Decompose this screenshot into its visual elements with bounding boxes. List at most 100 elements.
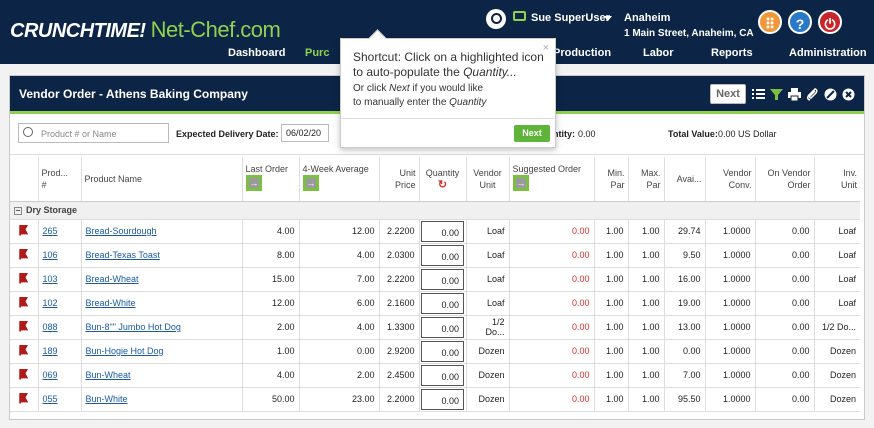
nav-reports[interactable]: Reports — [711, 47, 753, 59]
col-vendor-conv[interactable]: Vendor Conv. — [705, 157, 756, 202]
col-last-order[interactable]: Last Order — [242, 157, 300, 202]
tooltip-line-1: Shortcut: Click on a highlighted icon — [353, 50, 544, 64]
quantity-input[interactable]: 0.00 — [421, 340, 464, 362]
tooltip-next-button[interactable]: Next — [514, 125, 550, 142]
print-icon[interactable] — [788, 88, 801, 101]
populate-suggested-order-icon[interactable] — [512, 175, 529, 191]
col-4-week-average[interactable]: 4-Week Average — [299, 157, 380, 202]
populate-4-week-average-icon[interactable] — [302, 175, 319, 191]
vendor-conv-value: 1.0000 — [705, 315, 756, 340]
table-row[interactable]: 102 Bread-White 12.00 6.00 2.1600 0.00 Loaf 0.0… — [10, 291, 860, 316]
col-product-name[interactable]: Product Name — [81, 157, 243, 202]
quantity-input[interactable]: 0.00 — [421, 388, 464, 410]
product-num-link[interactable]: 189 — [43, 346, 58, 356]
quantity-input[interactable]: 0.00 — [421, 316, 464, 338]
user-menu[interactable]: Sue SuperUser — [531, 12, 610, 24]
col-product-num[interactable]: Prod... # — [38, 157, 82, 202]
flag-icon[interactable] — [19, 272, 29, 284]
chat-icon[interactable] — [513, 11, 526, 21]
group-row-dry-storage[interactable]: − Dry Storage — [10, 201, 860, 220]
close-icon[interactable] — [842, 88, 855, 101]
quantity-input[interactable]: 0.00 — [421, 220, 464, 242]
product-name-link[interactable]: Bread-Wheat — [86, 274, 139, 284]
flag-icon[interactable] — [19, 224, 29, 236]
col-on-vendor-order[interactable]: On Vendor Order — [755, 157, 815, 202]
flag-icon[interactable] — [19, 320, 29, 332]
table-row[interactable]: 106 Bread-Texas Toast 8.00 4.00 2.0300 0.00 Lo… — [10, 243, 860, 268]
column-list-icon[interactable] — [752, 88, 765, 101]
flag-icon[interactable] — [19, 344, 29, 356]
table-row[interactable]: 088 Bun-8"" Jumbo Hot Dog 2.00 4.00 1.3300 0.… — [10, 315, 860, 340]
quantity-input[interactable]: 0.00 — [421, 268, 464, 290]
table-row[interactable]: 055 Bun-White 50.00 23.00 2.2000 0.00 Dozen 0.0… — [10, 387, 860, 412]
suggested-order-value: 0.00 — [509, 339, 595, 364]
brand-part1: CRUNCHTIME! — [10, 20, 146, 42]
quantity-input[interactable]: 0.00 — [421, 292, 464, 314]
table-row[interactable]: 189 Bun-Hogie Hot Dog 1.00 0.00 2.9200 0.00 Do… — [10, 339, 860, 364]
col-available[interactable]: Avai... — [664, 157, 706, 202]
quantity-input[interactable]: 0.00 — [421, 364, 464, 386]
table-row[interactable]: 265 Bread-Sourdough 4.00 12.00 2.2200 0.00 Loa… — [10, 219, 860, 244]
flag-icon[interactable] — [19, 296, 29, 308]
cancel-order-icon[interactable] — [824, 88, 837, 101]
nav-purchasing[interactable]: Purc — [305, 47, 329, 59]
chevron-down-icon[interactable] — [604, 16, 612, 21]
vendor-conv-value: 1.0000 — [705, 291, 756, 316]
filter-icon[interactable] — [770, 88, 783, 101]
col-unit-price[interactable]: Unit Price — [379, 157, 420, 202]
product-name-link[interactable]: Bread-Sourdough — [86, 226, 157, 236]
product-name-link[interactable]: Bread-Texas Toast — [86, 250, 160, 260]
vendor-conv-value: 1.0000 — [705, 267, 756, 292]
col-vendor-unit[interactable]: Vendor Unit — [466, 157, 510, 202]
product-name-link[interactable]: Bun-White — [86, 394, 128, 404]
flag-cell — [10, 219, 39, 244]
nav-dashboard[interactable]: Dashboard — [228, 47, 285, 59]
product-num-link[interactable]: 102 — [43, 298, 58, 308]
flag-icon[interactable] — [19, 248, 29, 260]
col-quantity[interactable]: Quantity ↻ — [419, 157, 467, 202]
product-num-link[interactable]: 055 — [43, 394, 58, 404]
logout-icon[interactable]: ⏻ — [818, 10, 842, 34]
attachment-icon[interactable] — [806, 88, 819, 101]
product-name-link[interactable]: Bread-White — [86, 298, 136, 308]
product-num-link[interactable]: 069 — [43, 370, 58, 380]
flag-icon[interactable] — [19, 368, 29, 380]
product-search-input[interactable]: Product # or Name — [18, 123, 169, 143]
product-num-link[interactable]: 103 — [43, 274, 58, 284]
unit-price-value: 2.2200 — [379, 267, 420, 292]
available-value: 95.50 — [664, 387, 706, 412]
table-row[interactable]: 103 Bread-Wheat 15.00 7.00 2.2200 0.00 Loaf 0.0… — [10, 267, 860, 292]
product-name-link[interactable]: Bun-Wheat — [86, 370, 131, 380]
product-name-link[interactable]: Bun-Hogie Hot Dog — [86, 346, 164, 356]
search-icon[interactable] — [486, 9, 506, 29]
col-min-par[interactable]: Min. Par — [594, 157, 629, 202]
table-row[interactable]: 069 Bun-Wheat 4.00 2.00 2.4500 0.00 Dozen 0.00 1… — [10, 363, 860, 388]
collapse-icon[interactable]: − — [14, 207, 22, 215]
nav-labor[interactable]: Labor — [643, 47, 674, 59]
available-value: 7.00 — [664, 363, 706, 388]
help-icon[interactable]: ? — [788, 10, 812, 34]
nav-production[interactable]: Production — [553, 47, 611, 59]
brand-logo[interactable]: CRUNCHTIME! Net-Chef.com — [10, 17, 281, 43]
apps-grid-icon[interactable]: ⠿ — [758, 10, 782, 34]
product-name-cell: Bread-Texas Toast — [81, 243, 243, 268]
col-suggested-order[interactable]: Suggested Order — [509, 157, 595, 202]
available-value: 13.00 — [664, 315, 706, 340]
four-week-avg-value: 0.00 — [299, 339, 380, 364]
delivery-date-input[interactable]: 06/02/20 — [281, 124, 329, 142]
col-max-par[interactable]: Max. Par — [628, 157, 665, 202]
quantity-input[interactable]: 0.00 — [421, 244, 464, 266]
product-num-link[interactable]: 088 — [43, 322, 58, 332]
flag-icon[interactable] — [19, 392, 29, 404]
product-num-link[interactable]: 106 — [43, 250, 58, 260]
quantity-cell: 0.00 — [419, 387, 467, 412]
product-num-link[interactable]: 265 — [43, 226, 58, 236]
next-button[interactable]: Next — [710, 84, 746, 104]
nav-administration[interactable]: Administration — [789, 47, 867, 59]
reset-quantity-icon[interactable]: ↻ — [423, 179, 463, 191]
vendor-unit-value: Loaf — [466, 267, 510, 292]
flag-cell — [10, 363, 39, 388]
col-inv-unit[interactable]: Inv. Unit — [814, 157, 860, 202]
product-name-link[interactable]: Bun-8"" Jumbo Hot Dog — [86, 322, 181, 332]
populate-last-order-icon[interactable] — [245, 175, 262, 191]
